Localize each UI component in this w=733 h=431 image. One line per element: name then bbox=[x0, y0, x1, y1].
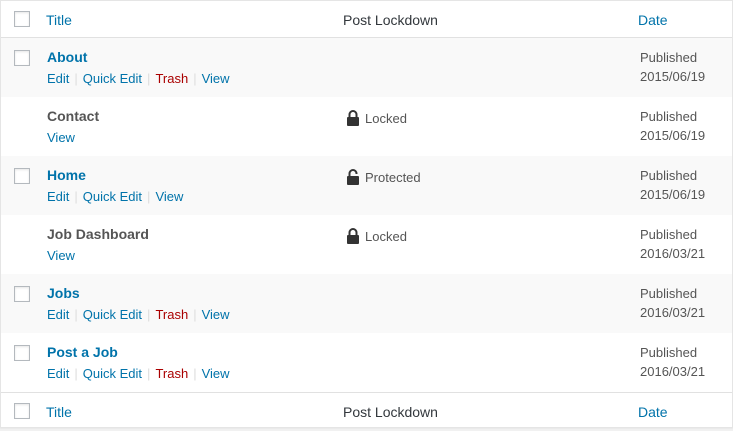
lockdown-column-footer: Post Lockdown bbox=[343, 404, 438, 420]
row-date: Published 2015/06/19 bbox=[640, 107, 705, 145]
row-date: Published 2016/03/21 bbox=[640, 225, 705, 263]
view-link[interactable]: View bbox=[202, 307, 230, 322]
table-header: Title Post Lockdown Date bbox=[1, 1, 732, 38]
table-row: Home Edit | Quick Edit | View Protected Publ… bbox=[1, 156, 732, 215]
lock-label: Locked bbox=[365, 111, 407, 126]
lock-status: Locked bbox=[346, 109, 407, 127]
edit-link[interactable]: Edit bbox=[47, 366, 69, 381]
quick-edit-link[interactable]: Quick Edit bbox=[83, 366, 142, 381]
row-date: Published 2015/06/19 bbox=[640, 48, 705, 86]
trash-link[interactable]: Trash bbox=[155, 71, 188, 86]
view-link[interactable]: View bbox=[202, 366, 230, 381]
date-column-footer[interactable]: Date bbox=[638, 404, 668, 420]
table-row: Contact View Locked Published 2015/06/19 bbox=[1, 97, 732, 156]
row-title: Job Dashboard bbox=[47, 226, 149, 242]
date-status: Published bbox=[640, 345, 698, 360]
posts-table: Title Post Lockdown Date About Edit | Quic… bbox=[0, 0, 733, 428]
date-value: 2015/06/19 bbox=[640, 128, 706, 143]
row-checkbox[interactable] bbox=[14, 286, 30, 302]
row-actions: View bbox=[47, 130, 75, 146]
row-checkbox[interactable] bbox=[14, 168, 30, 184]
edit-link[interactable]: Edit bbox=[47, 71, 69, 86]
row-actions: Edit | Quick Edit | Trash | View bbox=[47, 71, 230, 86]
quick-edit-link[interactable]: Quick Edit bbox=[83, 71, 142, 86]
date-value: 2015/06/19 bbox=[640, 69, 706, 84]
row-actions: View bbox=[47, 248, 75, 264]
row-actions: Edit | Quick Edit | View bbox=[47, 189, 184, 204]
row-title: Contact bbox=[47, 108, 100, 124]
lock-label: Protected bbox=[365, 170, 421, 185]
row-checkbox[interactable] bbox=[14, 345, 30, 361]
date-status: Published bbox=[640, 109, 698, 124]
date-value: 2016/03/21 bbox=[640, 364, 706, 379]
table-row: About Edit | Quick Edit | Trash | View Publish… bbox=[1, 38, 732, 97]
lock-icon bbox=[347, 228, 359, 244]
view-link[interactable]: View bbox=[47, 130, 75, 145]
lock-status: Protected bbox=[346, 168, 421, 186]
lock-status: Locked bbox=[346, 227, 407, 245]
lockdown-column-header: Post Lockdown bbox=[343, 12, 438, 28]
view-link[interactable]: View bbox=[155, 189, 183, 204]
title-column-footer[interactable]: Title bbox=[46, 404, 72, 420]
row-title-link[interactable]: Post a Job bbox=[47, 343, 118, 361]
date-status: Published bbox=[640, 50, 698, 65]
row-checkbox[interactable] bbox=[14, 50, 30, 66]
row-date: Published 2016/03/21 bbox=[640, 343, 705, 381]
edit-link[interactable]: Edit bbox=[47, 307, 69, 322]
row-date: Published 2015/06/19 bbox=[640, 166, 705, 204]
select-all-checkbox-footer[interactable] bbox=[14, 403, 30, 419]
table-row: Job Dashboard View Locked Published 2016… bbox=[1, 215, 732, 274]
date-value: 2016/03/21 bbox=[640, 305, 706, 320]
table-row: Jobs Edit | Quick Edit | Trash | View Publishe… bbox=[1, 274, 732, 333]
table-footer: Title Post Lockdown Date bbox=[1, 392, 732, 428]
row-actions: Edit | Quick Edit | Trash | View bbox=[47, 307, 230, 322]
lock-icon bbox=[347, 110, 359, 126]
unlocked-icon bbox=[347, 169, 359, 185]
date-status: Published bbox=[640, 168, 698, 183]
table-row: Post a Job Edit | Quick Edit | Trash | View Pu… bbox=[1, 333, 732, 392]
row-title-link[interactable]: About bbox=[47, 48, 87, 66]
row-actions: Edit | Quick Edit | Trash | View bbox=[47, 366, 230, 381]
date-value: 2016/03/21 bbox=[640, 246, 706, 261]
select-all-checkbox[interactable] bbox=[14, 11, 30, 27]
date-column-header[interactable]: Date bbox=[638, 12, 668, 28]
date-status: Published bbox=[640, 286, 698, 301]
row-title-link[interactable]: Jobs bbox=[47, 284, 80, 302]
date-status: Published bbox=[640, 227, 698, 242]
view-link[interactable]: View bbox=[202, 71, 230, 86]
quick-edit-link[interactable]: Quick Edit bbox=[83, 307, 142, 322]
trash-link[interactable]: Trash bbox=[155, 307, 188, 322]
row-date: Published 2016/03/21 bbox=[640, 284, 705, 322]
date-value: 2015/06/19 bbox=[640, 187, 706, 202]
view-link[interactable]: View bbox=[47, 248, 75, 263]
title-column-header[interactable]: Title bbox=[46, 12, 72, 28]
edit-link[interactable]: Edit bbox=[47, 189, 69, 204]
quick-edit-link[interactable]: Quick Edit bbox=[83, 189, 142, 204]
lock-label: Locked bbox=[365, 229, 407, 244]
row-title-link[interactable]: Home bbox=[47, 166, 86, 184]
trash-link[interactable]: Trash bbox=[155, 366, 188, 381]
